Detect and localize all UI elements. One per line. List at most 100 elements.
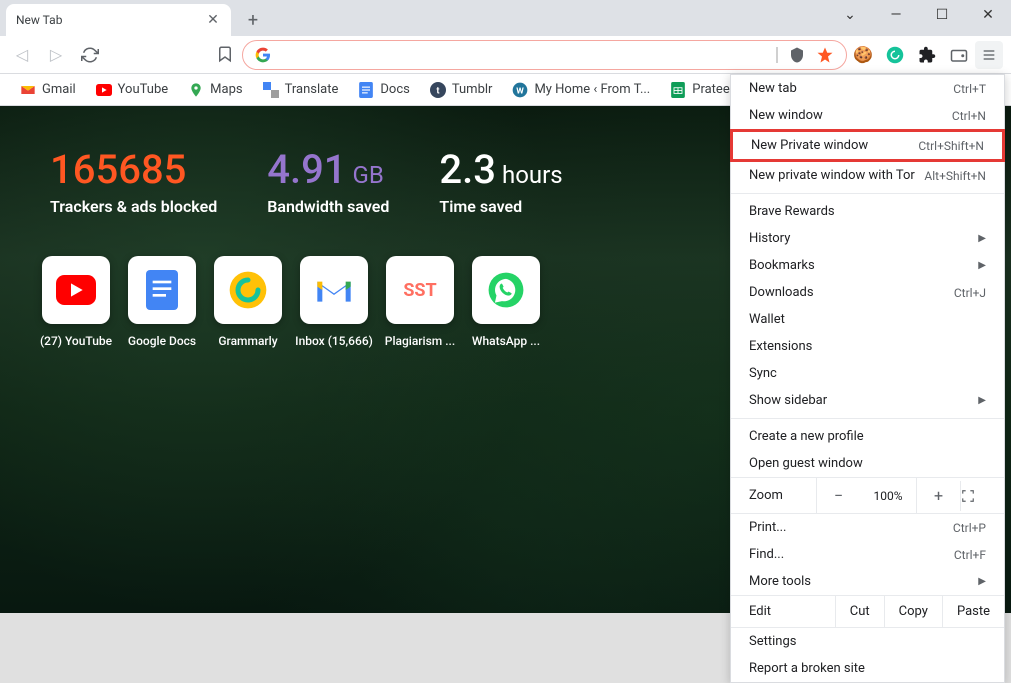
menu-new-private-window[interactable]: New Private windowCtrl+Shift+N xyxy=(730,129,1005,162)
menu-extensions[interactable]: Extensions xyxy=(731,333,1004,360)
close-window-button[interactable]: ✕ xyxy=(965,0,1011,30)
tile-grammarly[interactable]: Grammarly xyxy=(212,256,284,348)
forward-button[interactable]: ▷ xyxy=(42,41,70,69)
browser-tab[interactable]: New Tab ✕ xyxy=(6,4,231,36)
cut-button[interactable]: Cut xyxy=(835,596,884,627)
bookmark-gmail[interactable]: Gmail xyxy=(12,78,84,102)
zoom-out-button[interactable]: − xyxy=(816,478,860,513)
bookmark-label: Maps xyxy=(210,82,242,97)
bookmark-translate[interactable]: Translate xyxy=(255,78,347,102)
chevron-right-icon: ▶ xyxy=(978,395,986,406)
chevron-right-icon: ▶ xyxy=(978,233,986,244)
menu-new-tab[interactable]: New tabCtrl+T xyxy=(731,75,1004,102)
bookmark-docs[interactable]: Docs xyxy=(350,78,417,102)
menu-history[interactable]: History▶ xyxy=(731,225,1004,252)
close-tab-icon[interactable]: ✕ xyxy=(205,12,221,28)
bookmark-youtube[interactable]: YouTube xyxy=(88,78,177,102)
grammarly-ext-icon[interactable] xyxy=(885,45,905,65)
zoom-in-button[interactable]: + xyxy=(916,478,960,513)
stat-label: Trackers & ads blocked xyxy=(50,197,217,216)
bookmark-icon[interactable] xyxy=(216,45,236,65)
extension-icons: 🍪 xyxy=(853,45,969,65)
menu-brave-rewards[interactable]: Brave Rewards xyxy=(731,198,1004,225)
brave-shield-icon[interactable] xyxy=(788,46,806,64)
stat-label: Bandwidth saved xyxy=(267,197,389,216)
stat-value: 4.91 xyxy=(267,146,346,193)
menu-report-site[interactable]: Report a broken site xyxy=(731,655,1004,682)
menu-show-sidebar[interactable]: Show sidebar▶ xyxy=(731,387,1004,414)
stat-time: 2.3hours Time saved xyxy=(439,146,562,216)
menu-new-tor-window[interactable]: New private window with TorAlt+Shift+N xyxy=(731,162,1004,189)
tile-label: (27) YouTube xyxy=(40,334,112,348)
url-input[interactable] xyxy=(281,47,766,63)
edit-label: Edit xyxy=(731,596,835,627)
menu-create-profile[interactable]: Create a new profile xyxy=(731,423,1004,450)
puzzle-ext-icon[interactable] xyxy=(917,45,937,65)
tile-label: Google Docs xyxy=(128,334,196,348)
toolbar: ◁ ▷ 🍪 xyxy=(0,36,1011,74)
tile-label: Inbox (15,666) xyxy=(295,334,373,348)
titlebar: New Tab ✕ + ⌄ — ☐ ✕ xyxy=(0,0,1011,36)
stat-value: 165685 xyxy=(50,146,186,193)
tile-label: WhatsApp ... xyxy=(472,334,540,348)
new-tab-button[interactable]: + xyxy=(239,6,267,34)
menu-find[interactable]: Find...Ctrl+F xyxy=(731,541,1004,568)
stat-trackers: 165685 Trackers & ads blocked xyxy=(50,146,217,216)
window-controls: ⌄ — ☐ ✕ xyxy=(827,0,1011,30)
reload-button[interactable] xyxy=(76,41,104,69)
menu-edit-row: Edit Cut Copy Paste xyxy=(731,595,1004,628)
main-menu-dropdown: New tabCtrl+T New windowCtrl+N New Priva… xyxy=(730,74,1005,683)
google-icon xyxy=(255,47,271,63)
tile-label: Plagiarism ... xyxy=(385,334,455,348)
bookmark-label: Docs xyxy=(380,82,409,97)
fullscreen-button[interactable] xyxy=(960,481,1004,511)
menu-settings[interactable]: Settings xyxy=(731,628,1004,655)
zoom-label: Zoom xyxy=(731,480,816,511)
separator xyxy=(776,47,778,63)
stat-label: Time saved xyxy=(439,197,562,216)
tab-title: New Tab xyxy=(16,13,62,27)
bookmark-wordpress[interactable]: WMy Home ‹ From T... xyxy=(504,78,658,102)
menu-new-window[interactable]: New windowCtrl+N xyxy=(731,102,1004,129)
bookmark-label: YouTube xyxy=(118,82,169,97)
chevron-down-icon[interactable]: ⌄ xyxy=(827,0,873,30)
sst-icon: SST xyxy=(403,280,436,301)
maximize-button[interactable]: ☐ xyxy=(919,0,965,30)
menu-sync[interactable]: Sync xyxy=(731,360,1004,387)
menu-wallet[interactable]: Wallet xyxy=(731,306,1004,333)
tile-gmail[interactable]: Inbox (15,666) xyxy=(298,256,370,348)
brave-rewards-icon[interactable] xyxy=(816,46,834,64)
menu-zoom-row: Zoom − 100% + xyxy=(731,477,1004,514)
menu-downloads[interactable]: DownloadsCtrl+J xyxy=(731,279,1004,306)
back-button[interactable]: ◁ xyxy=(8,41,36,69)
menu-separator xyxy=(731,418,1004,419)
copy-button[interactable]: Copy xyxy=(884,596,942,627)
zoom-value: 100% xyxy=(860,489,916,503)
tile-label: Grammarly xyxy=(218,334,277,348)
tile-plagiarism[interactable]: SST Plagiarism ... xyxy=(384,256,456,348)
bookmark-label: Gmail xyxy=(42,82,76,97)
bookmark-label: Translate xyxy=(285,82,339,97)
stat-value: 2.3 xyxy=(439,146,496,193)
bookmark-tumblr[interactable]: tTumblr xyxy=(422,78,501,102)
stat-unit: GB xyxy=(353,161,384,189)
menu-guest-window[interactable]: Open guest window xyxy=(731,450,1004,477)
chevron-right-icon: ▶ xyxy=(978,576,986,587)
address-bar[interactable] xyxy=(242,40,847,70)
menu-more-tools[interactable]: More tools▶ xyxy=(731,568,1004,595)
minimize-button[interactable]: — xyxy=(873,0,919,30)
stat-unit: hours xyxy=(502,161,563,189)
main-menu-button[interactable] xyxy=(975,41,1003,69)
paste-button[interactable]: Paste xyxy=(942,596,1004,627)
menu-print[interactable]: Print...Ctrl+P xyxy=(731,514,1004,541)
bookmark-label: Tumblr xyxy=(452,82,493,97)
stat-bandwidth: 4.91GB Bandwidth saved xyxy=(267,146,389,216)
bookmark-maps[interactable]: Maps xyxy=(180,78,250,102)
cookie-ext-icon[interactable]: 🍪 xyxy=(853,45,873,65)
menu-bookmarks[interactable]: Bookmarks▶ xyxy=(731,252,1004,279)
tile-whatsapp[interactable]: WhatsApp ... xyxy=(470,256,542,348)
tile-youtube[interactable]: (27) YouTube xyxy=(40,256,112,348)
tile-docs[interactable]: Google Docs xyxy=(126,256,198,348)
bookmark-label: My Home ‹ From T... xyxy=(534,82,650,97)
wallet-ext-icon[interactable] xyxy=(949,45,969,65)
